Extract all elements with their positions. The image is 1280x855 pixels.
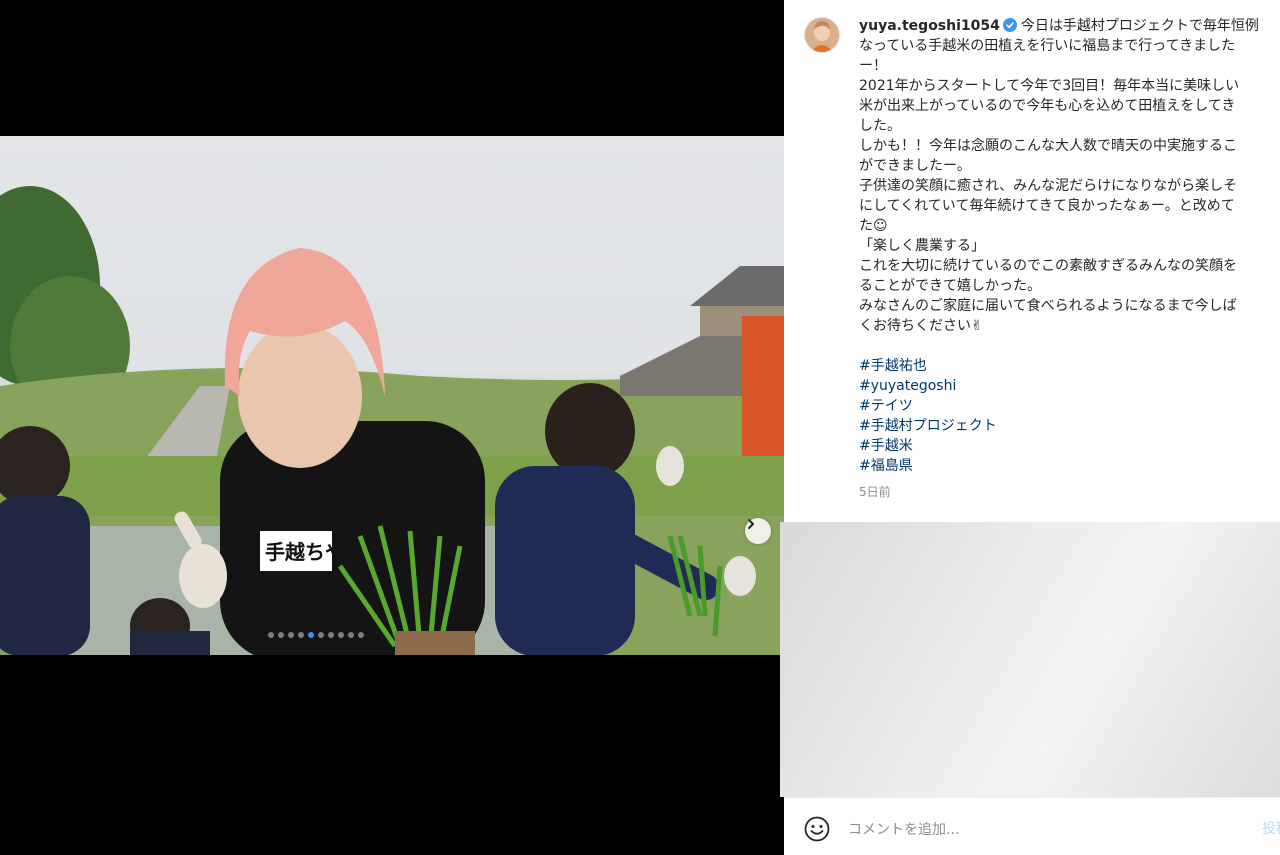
carousel-dot xyxy=(308,632,314,638)
photo-illustration: 手越ちや xyxy=(0,186,784,655)
post-caption: yuya.tegoshi1054 今日は手越村プロジェクトで毎年恒例 なっている手… xyxy=(859,16,1280,502)
media-viewer: 手越ちや xyxy=(0,0,784,854)
hashtag-link[interactable]: #yuyategoshi xyxy=(859,376,1280,396)
caption-line: しかも！！今年は念願のこんな大人数で晴天の中実施するこ xyxy=(859,138,1237,154)
blurred-comments-area xyxy=(780,522,1280,797)
post-timestamp[interactable]: 5日前 xyxy=(859,482,1280,502)
carousel-dot xyxy=(278,632,284,638)
post-comment-button[interactable]: 投稿 xyxy=(1262,818,1280,838)
verified-badge-icon xyxy=(1002,18,1017,32)
carousel-dot xyxy=(268,632,274,638)
carousel-dot xyxy=(348,632,354,638)
caption-line: にしてくれていて毎年続けてきて良かったなぁー。と改めて xyxy=(859,198,1235,214)
hashtag-link[interactable]: #手越村プロジェクト xyxy=(859,416,1280,436)
username-link[interactable]: yuya.tegoshi1054 xyxy=(859,18,1000,34)
caption-line: 今日は手越村プロジェクトで毎年恒例 xyxy=(1020,18,1259,34)
caption-line: 「楽しく農業する」 xyxy=(859,238,985,254)
carousel-dot xyxy=(318,632,324,638)
carousel-dot xyxy=(358,632,364,638)
hashtag-link[interactable]: #福島県 xyxy=(859,456,1280,476)
caption-line: ー！ xyxy=(859,58,887,74)
caption-line: 米が出来上がっているので今年も心を込めて田植えをしてき xyxy=(859,98,1236,114)
hashtag-list: #手越祐也 #yuyategoshi #テイツ #手越村プロジェクト #手越米 … xyxy=(859,356,1280,476)
avatar[interactable] xyxy=(804,17,840,53)
post-caption-area: yuya.tegoshi1054 今日は手越村プロジェクトで毎年恒例 なっている手… xyxy=(784,0,1280,522)
avatar-image xyxy=(805,18,839,52)
chevron-right-icon xyxy=(748,519,754,529)
shirt-print-text: 手越ちや xyxy=(265,540,345,564)
emoji-icon[interactable] xyxy=(803,815,831,843)
caption-line: 子供達の笑顔に癒され、みんな泥だらけになりながら楽しそ xyxy=(859,178,1238,194)
carousel-dot xyxy=(298,632,304,638)
carousel-dot xyxy=(288,632,294,638)
caption-line: なっている手越米の田植えを行いに福島まで行ってきました xyxy=(859,38,1236,54)
caption-line: これを大切に続けているのでこの素敵すぎるみんなの笑顔を xyxy=(859,258,1237,274)
caption-line: ることができて嬉しかった。 xyxy=(859,278,1041,294)
comment-input[interactable] xyxy=(846,814,1240,846)
caption-line: みなさんのご家庭に届いて食べられるようになるまで今しば xyxy=(859,298,1237,314)
caption-line: した。 xyxy=(859,118,901,134)
carousel-dot xyxy=(338,632,344,638)
caption-line: 2021年からスタートして今年で3回目！毎年本当に美味しい xyxy=(859,78,1240,94)
caption-line: ができましたー。 xyxy=(859,158,971,174)
hashtag-link[interactable]: #テイツ xyxy=(859,396,1280,416)
carousel-indicator xyxy=(268,632,364,638)
caption-line: た☺ xyxy=(859,218,888,234)
comment-bar: 投稿 xyxy=(784,797,1280,855)
post-side-panel: yuya.tegoshi1054 今日は手越村プロジェクトで毎年恒例 なっている手… xyxy=(780,0,1280,855)
hashtag-link[interactable]: #手越米 xyxy=(859,436,1280,456)
next-photo-button[interactable] xyxy=(745,518,771,544)
hashtag-link[interactable]: #手越祐也 xyxy=(859,356,1280,376)
post-photo[interactable]: 手越ちや xyxy=(0,136,784,655)
carousel-dot xyxy=(328,632,334,638)
caption-line: くお待ちください✌ xyxy=(859,318,983,334)
